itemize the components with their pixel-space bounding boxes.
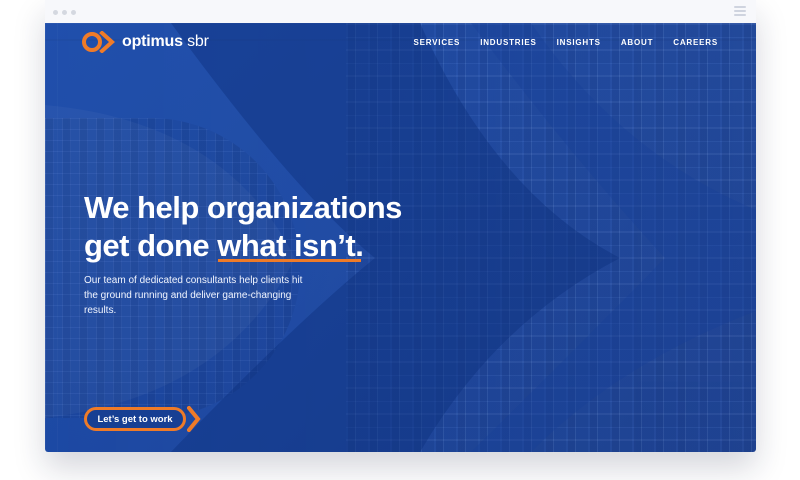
hero-description: Our team of dedicated consultants help c… <box>84 275 303 316</box>
building-photo-panel <box>346 23 756 452</box>
hamburger-menu-icon[interactable] <box>734 6 746 16</box>
headline-highlight: what isn’t. <box>217 228 364 263</box>
lets-get-to-work-button[interactable]: Let’s get to work <box>84 407 186 431</box>
brand-name: optimus sbr <box>122 34 209 50</box>
browser-window: optimus sbr SERVICES INDUSTRIES INSIGHTS… <box>45 0 756 452</box>
brand-name-regular: sbr <box>182 33 209 50</box>
nav-item-services[interactable]: SERVICES <box>413 38 460 47</box>
nav-item-about[interactable]: ABOUT <box>621 38 653 47</box>
nav-item-careers[interactable]: CAREERS <box>673 38 718 47</box>
nav-item-insights[interactable]: INSIGHTS <box>557 38 601 47</box>
chevron-right-icon[interactable] <box>187 406 201 432</box>
nav-item-industries[interactable]: INDUSTRIES <box>480 38 536 47</box>
hero-headline: We help organizations get done what isn’… <box>84 189 402 265</box>
headline-line-one: We help organizations <box>84 190 402 225</box>
menu-line <box>734 14 746 16</box>
hero-section: optimus sbr SERVICES INDUSTRIES INSIGHTS… <box>45 23 756 452</box>
menu-line <box>734 10 746 12</box>
window-dot <box>53 10 58 15</box>
window-dot <box>62 10 67 15</box>
headline-line-two: get done what isn’t. <box>84 227 402 265</box>
headline-prefix: get done <box>84 228 218 263</box>
window-dot <box>71 10 76 15</box>
optimus-logo-icon <box>82 31 115 53</box>
primary-cta[interactable]: Let’s get to work <box>84 406 201 432</box>
brand-logo-link[interactable]: optimus sbr <box>82 31 209 53</box>
menu-line <box>734 6 746 8</box>
window-dots-icon <box>53 10 76 15</box>
main-navigation: SERVICES INDUSTRIES INSIGHTS ABOUT CAREE… <box>413 38 718 47</box>
browser-top-bar <box>45 0 756 23</box>
brand-name-bold: optimus <box>122 33 183 50</box>
